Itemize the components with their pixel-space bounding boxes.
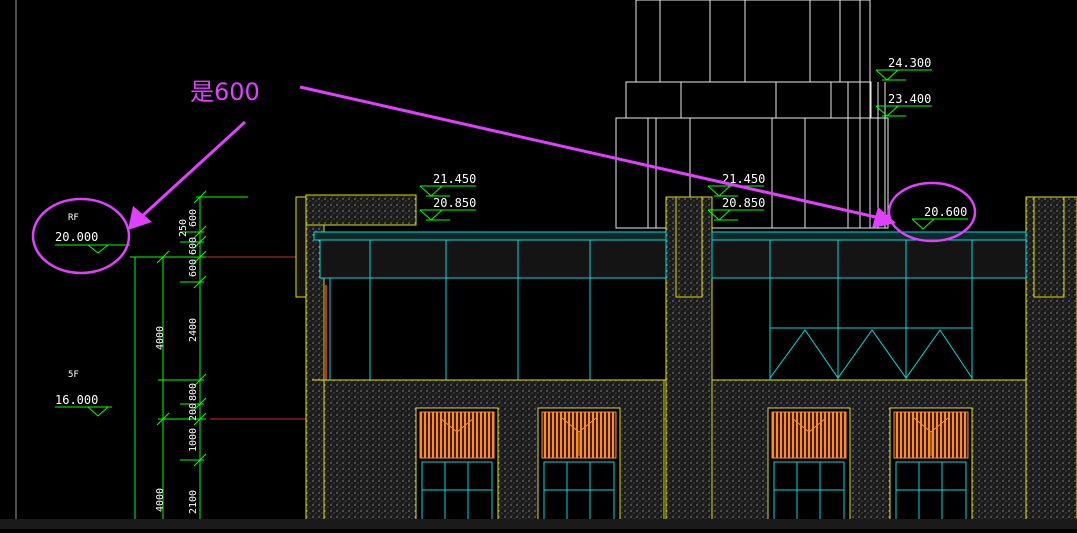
level-name-5f: 5F [68, 370, 79, 380]
elevation-20850-left: 20.850 [433, 196, 476, 210]
dim-600-low: 600 [188, 259, 199, 277]
arrow-to-rf [138, 120, 247, 220]
bottom-strip [0, 519, 1077, 529]
elevation-20850-right: 20.850 [722, 196, 765, 210]
dim-600-mid: 600 [188, 237, 199, 255]
tower-outline [615, 0, 889, 229]
annotation-text: 是600 [190, 78, 260, 106]
elevation-drawing: 600 250 600 600 4000 2400 200 800 1000 4… [0, 0, 1077, 530]
dim-800: 800 [188, 383, 199, 401]
dim-2100: 2100 [188, 490, 199, 514]
elevation-24300: 24.300 [888, 56, 931, 70]
dim-4000-lower: 4000 [155, 488, 166, 512]
dim-1000: 1000 [188, 428, 199, 452]
dimension-labels: 600 250 600 600 4000 2400 200 800 1000 4… [155, 209, 199, 514]
elevation-23400: 23.400 [888, 92, 931, 106]
dim-2400: 2400 [188, 318, 199, 342]
level-value-rf: 20.000 [55, 230, 98, 244]
level-value-5f: 16.000 [55, 393, 98, 407]
dim-4000-upper: 4000 [155, 326, 166, 350]
dim-250: 250 [178, 219, 189, 237]
dim-200: 200 [188, 403, 199, 421]
left-level-labels: RF 20.000 5F 16.000 [55, 213, 130, 417]
cad-drawing-canvas[interactable]: 600 250 600 600 4000 2400 200 800 1000 4… [0, 0, 1077, 530]
elevation-20600: 20.600 [924, 205, 967, 219]
level-name-rf: RF [68, 213, 79, 223]
elevation-21450-left: 21.450 [433, 172, 476, 186]
dim-600-top: 600 [188, 209, 199, 227]
